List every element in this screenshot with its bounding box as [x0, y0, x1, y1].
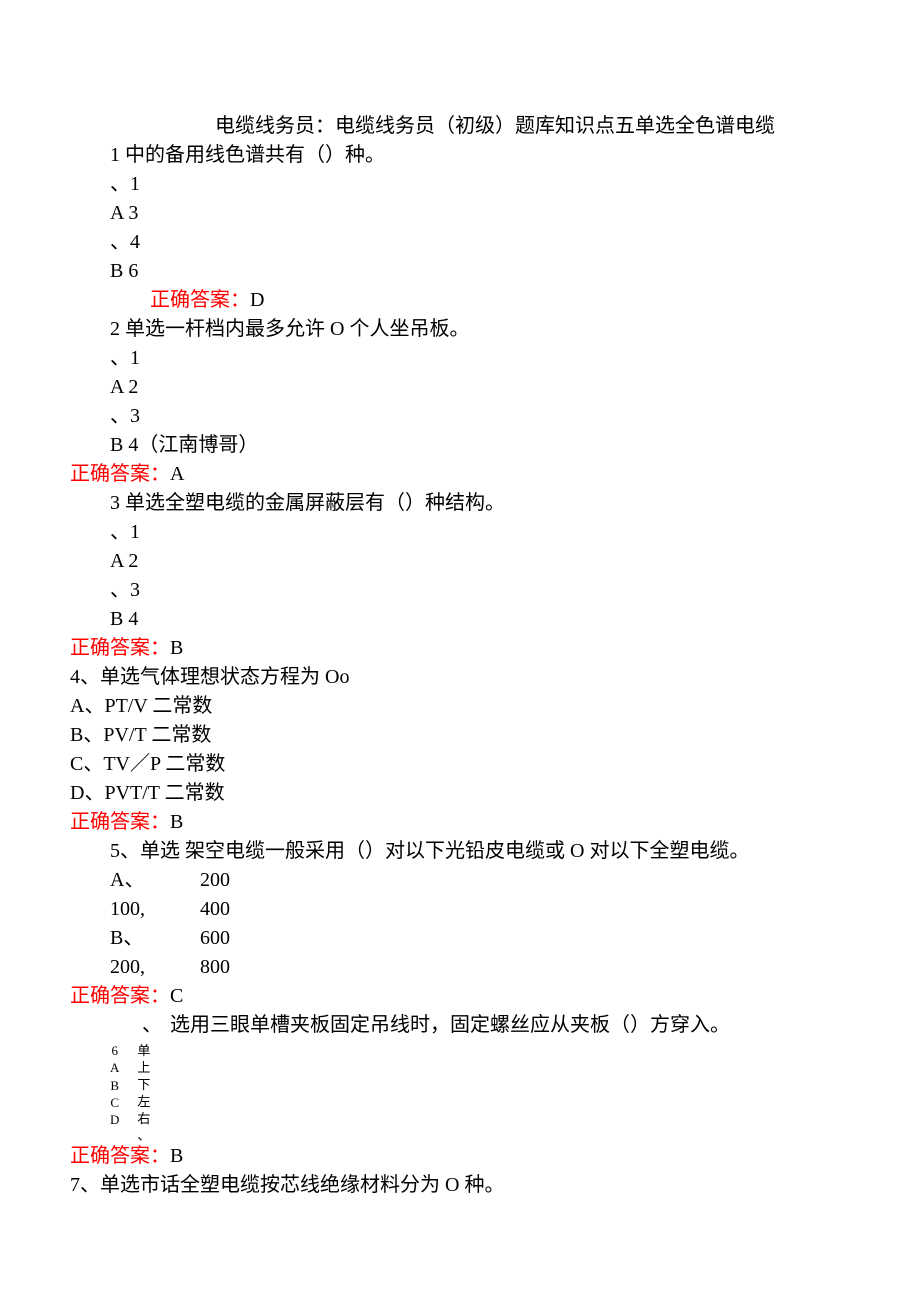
q6-opt-1: 上 [137, 1061, 150, 1074]
q3-opt-1: 、1 [70, 518, 850, 547]
q5-r1l: A、 [70, 866, 200, 895]
q6-opt-4: 右 [137, 1112, 150, 1125]
q3-opt-B: B 4 [70, 605, 850, 634]
q6-answer-val: B [170, 1145, 183, 1167]
q6-answer: 正确答案：B [70, 1142, 850, 1171]
q5-row1: A、 200 [70, 866, 850, 895]
q1-wrap: 1 中的备用线色谱共有（）种。 [70, 141, 850, 170]
q3-answer-val: B [170, 637, 183, 659]
q3-opt-2: 、3 [70, 576, 850, 605]
title-line: 电缆线务员：电缆线务员（初级）题库知识点五单选全色谱电缆 [70, 112, 850, 141]
q5-row3: B、 600 [70, 924, 850, 953]
q6-opt-5: 、 [137, 1129, 150, 1142]
q5-answer: 正确答案：C [70, 982, 850, 1011]
document-page: 电缆线务员：电缆线务员（初级）题库知识点五单选全色谱电缆 1 中的备用线色谱共有… [0, 0, 920, 1240]
q1-text: 中的备用线色谱共有（）种。 [125, 144, 385, 166]
q5-r1r: 200 [200, 866, 230, 895]
q5-answer-label: 正确答案： [70, 985, 170, 1007]
q6-opt-0: 单 [137, 1044, 150, 1057]
q6-idx-1: A [110, 1061, 119, 1074]
q6-opt-2: 下 [137, 1078, 150, 1091]
q6-idx-0: 6 [110, 1044, 119, 1057]
q4-optA: A、PT/V 二常数 [70, 692, 850, 721]
q5-r3l: B、 [70, 924, 200, 953]
q1-answer: 正确答案：D [70, 286, 850, 315]
q1-answer-val: D [250, 289, 264, 311]
q6-comma: 、 [70, 1011, 170, 1040]
q2-answer-val: A [170, 463, 184, 485]
q4-optB: B、PV/T 二常数 [70, 721, 850, 750]
q6-idx-3: C [110, 1096, 119, 1109]
q4-optD: D、PVT/T 二常数 [70, 779, 850, 808]
q1-opt-2: 、4 [70, 228, 850, 257]
q6-container: 、 选用三眼单槽夹板固定吊线时，固定螺丝应从夹板（）方穿入。 6 A B C D… [70, 1011, 850, 1142]
q4-optC: C、TV／P 二常数 [70, 750, 850, 779]
q5-r2l: 100, [70, 895, 200, 924]
q2-opt-1: 、1 [70, 344, 850, 373]
q3-line: 3 单选全塑电缆的金属屏蔽层有（）种结构。 [70, 489, 850, 518]
q6-opts: 6 A B C D 单 上 下 左 右 、 [70, 1040, 850, 1142]
q6-idx-4: D [110, 1113, 119, 1126]
q1-num: 1 [110, 144, 120, 166]
q4-answer-val: B [170, 811, 183, 833]
q5-answer-val: C [170, 985, 183, 1007]
q5-line: 5、单选 架空电缆一般采用（）对以下光铅皮电缆或 O 对以下全塑电缆。 [70, 837, 850, 866]
q5-row2: 100, 400 [70, 895, 850, 924]
q5-r4l: 200, [70, 953, 200, 982]
q4-line: 4、单选气体理想状态方程为 Oo [70, 663, 850, 692]
q7-line: 7、单选市话全塑电缆按芯线绝缘材料分为 O 种。 [70, 1171, 850, 1200]
q5-r2r: 400 [200, 895, 230, 924]
q6-opt-3: 左 [137, 1095, 150, 1108]
q1-opt-A: A 3 [70, 199, 850, 228]
q6-intro-row: 、 选用三眼单槽夹板固定吊线时，固定螺丝应从夹板（）方穿入。 [70, 1011, 850, 1040]
q2-opt-B: B 4（江南博哥） [70, 431, 850, 460]
q5-row4: 200, 800 [70, 953, 850, 982]
title-text: 电缆线务员：电缆线务员（初级）题库知识点五单选全色谱电缆 [215, 115, 775, 137]
q2-answer: 正确答案：A [70, 460, 850, 489]
q6-opt-col: 单 上 下 左 右 、 [137, 1044, 150, 1142]
q4-answer-label: 正确答案： [70, 811, 170, 833]
q2-answer-label: 正确答案： [70, 463, 170, 485]
q4-answer: 正确答案：B [70, 808, 850, 837]
q6-idx-col: 6 A B C D [110, 1044, 119, 1126]
q5-r4r: 800 [200, 953, 230, 982]
q3-answer: 正确答案：B [70, 634, 850, 663]
q6-intro: 选用三眼单槽夹板固定吊线时，固定螺丝应从夹板（）方穿入。 [170, 1011, 730, 1040]
q1-answer-label: 正确答案： [150, 289, 250, 311]
q2-opt-2: 、3 [70, 402, 850, 431]
q6-answer-label: 正确答案： [70, 1145, 170, 1167]
q3-opt-A: A 2 [70, 547, 850, 576]
q1-opt-B: B 6 [70, 257, 850, 286]
q2-opt-A: A 2 [70, 373, 850, 402]
q6-idx-2: B [110, 1079, 119, 1092]
q2-line: 2 单选一杆档内最多允许 O 个人坐吊板。 [70, 315, 850, 344]
q5-r3r: 600 [200, 924, 230, 953]
q3-answer-label: 正确答案： [70, 637, 170, 659]
q1-opt-1: 、1 [70, 170, 850, 199]
